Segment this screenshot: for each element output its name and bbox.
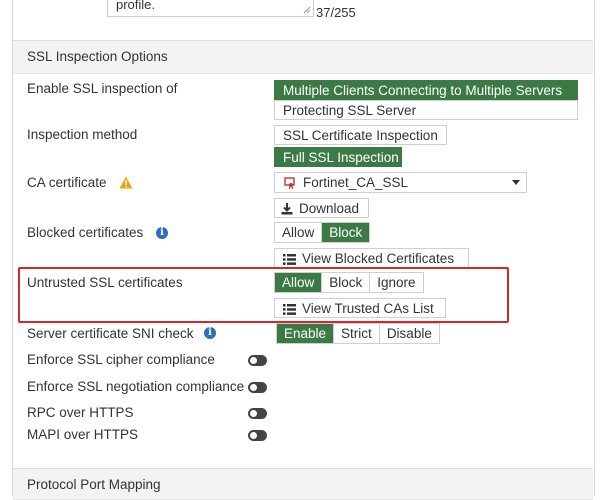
untrusted-ssl-label: Untrusted SSL certificates <box>27 275 183 290</box>
sni-check-toggle: Enable Strict Disable <box>276 323 440 344</box>
resize-handle-icon[interactable] <box>303 6 311 14</box>
sni-enable-option[interactable]: Enable <box>277 324 335 343</box>
sni-strict-option[interactable]: Strict <box>334 324 380 343</box>
protocol-port-mapping-header: Protocol Port Mapping <box>13 468 593 500</box>
rpc-over-https-toggle[interactable] <box>248 408 267 419</box>
blocked-block-option[interactable]: Block <box>322 223 370 242</box>
download-button[interactable]: Download <box>274 198 369 218</box>
warning-icon <box>119 176 133 189</box>
character-counter: 37/255 <box>316 5 356 20</box>
rpc-over-https-label: RPC over HTTPS <box>27 405 134 420</box>
negotiation-compliance-label: Enforce SSL negotiation compliance <box>27 379 245 394</box>
download-icon <box>281 203 293 215</box>
info-icon[interactable]: i <box>156 227 168 239</box>
section-title: Protocol Port Mapping <box>27 477 161 492</box>
list-icon <box>283 303 296 315</box>
untrusted-allow-option[interactable]: Allow <box>275 273 323 292</box>
info-icon[interactable]: i <box>204 327 216 339</box>
download-label: Download <box>299 201 360 216</box>
inspection-method-label: Inspection method <box>27 127 138 142</box>
blocked-allow-option[interactable]: Allow <box>275 223 323 242</box>
sni-disable-option[interactable]: Disable <box>379 324 439 343</box>
mapi-over-https-label: MAPI over HTTPS <box>27 427 139 442</box>
chevron-down-icon <box>512 180 520 185</box>
view-blocked-label: View Blocked Certificates <box>302 251 455 266</box>
enable-ssl-label: Enable SSL inspection of <box>27 81 178 96</box>
comments-textarea[interactable]: profile. <box>107 0 314 17</box>
ca-certificate-label: CA certificate <box>27 175 107 190</box>
option-full-ssl-inspection[interactable]: Full SSL Inspection <box>274 147 402 167</box>
cipher-compliance-label: Enforce SSL cipher compliance <box>27 352 215 367</box>
untrusted-ssl-toggle: Allow Block Ignore <box>274 272 424 293</box>
blocked-certificates-label: Blocked certificates <box>27 225 144 240</box>
certificate-icon <box>284 177 295 189</box>
option-certificate-inspection[interactable]: SSL Certificate Inspection <box>274 125 447 145</box>
untrusted-block-option[interactable]: Block <box>322 273 371 292</box>
option-multiple-clients[interactable]: Multiple Clients Connecting to Multiple … <box>274 80 578 100</box>
mapi-over-https-toggle[interactable] <box>248 430 267 441</box>
ca-certificate-value: Fortinet_CA_SSL <box>303 175 409 190</box>
option-protecting-ssl-server[interactable]: Protecting SSL Server <box>274 100 578 120</box>
ca-certificate-select[interactable]: Fortinet_CA_SSL <box>274 172 527 193</box>
section-title: SSL Inspection Options <box>27 49 168 64</box>
blocked-certificates-toggle: Allow Block <box>274 222 371 243</box>
ssl-inspection-section-header: SSL Inspection Options <box>13 40 593 74</box>
negotiation-compliance-toggle[interactable] <box>248 382 267 393</box>
view-trusted-cas-button[interactable]: View Trusted CAs List <box>274 298 446 318</box>
sni-check-label: Server certificate SNI check <box>27 326 194 341</box>
comments-text: profile. <box>116 0 156 12</box>
view-blocked-certificates-button[interactable]: View Blocked Certificates <box>274 248 469 268</box>
untrusted-ignore-option[interactable]: Ignore <box>370 273 423 292</box>
cipher-compliance-toggle[interactable] <box>248 355 267 366</box>
view-trusted-label: View Trusted CAs List <box>302 301 434 316</box>
list-icon <box>283 253 296 265</box>
